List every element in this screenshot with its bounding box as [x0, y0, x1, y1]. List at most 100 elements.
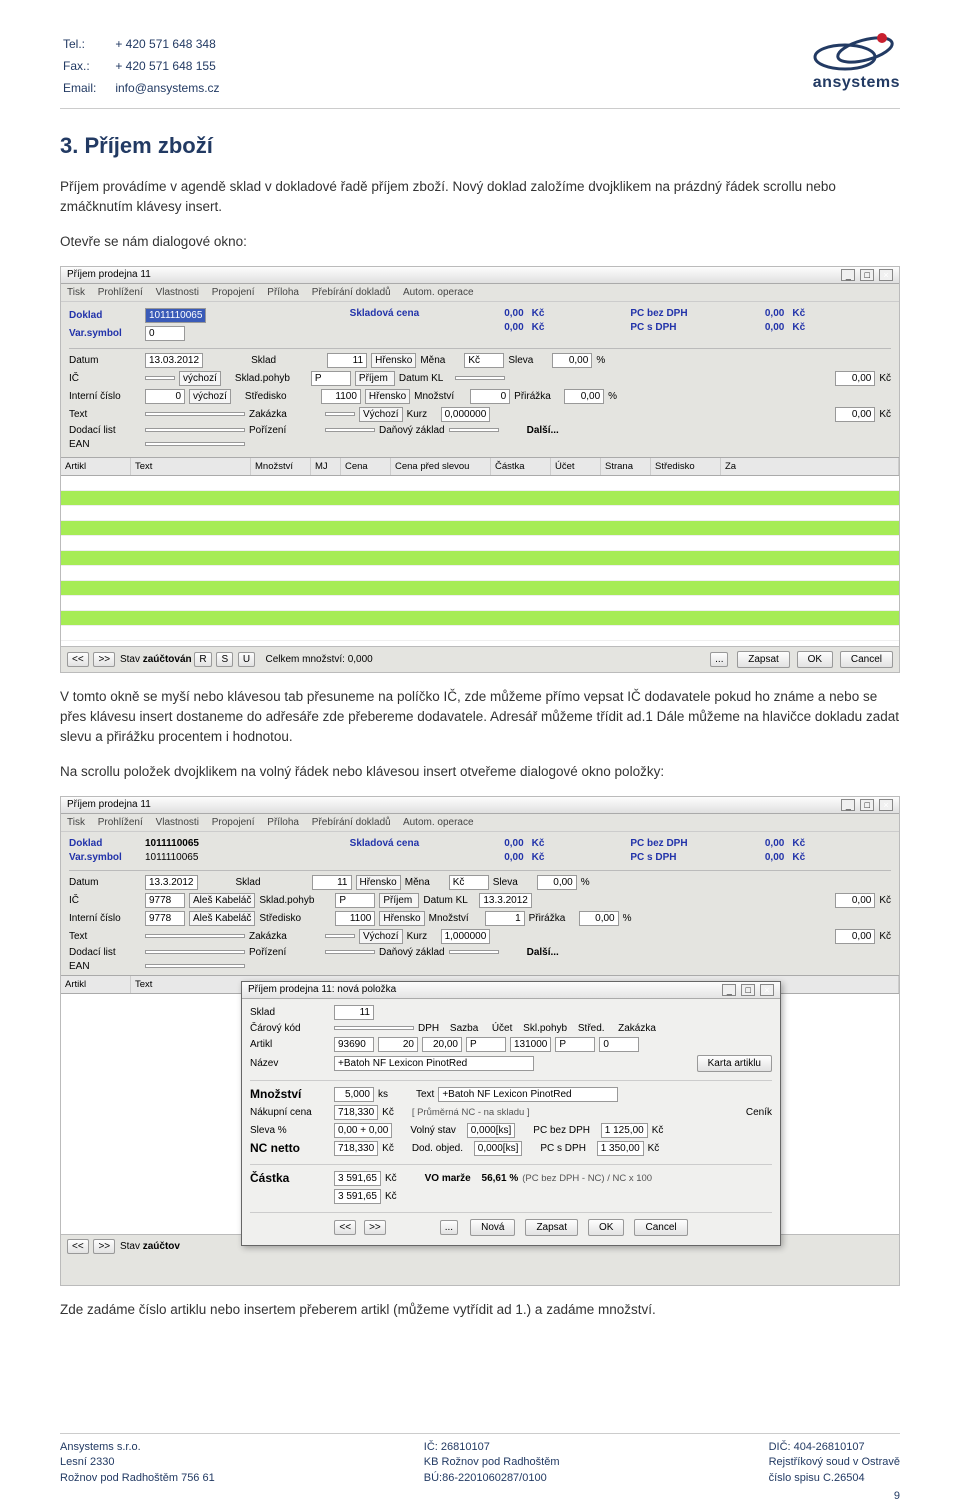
- dz-input[interactable]: [449, 950, 499, 954]
- row2-val[interactable]: 0,00: [835, 371, 875, 386]
- kurz-input[interactable]: 0,000000: [441, 407, 491, 422]
- d-ucet[interactable]: P: [466, 1037, 506, 1052]
- text-input[interactable]: [145, 934, 245, 938]
- d-prev-btn[interactable]: <<: [334, 1220, 356, 1235]
- minimize-icon[interactable]: _: [841, 269, 855, 281]
- d-nc-input[interactable]: 718,330: [334, 1105, 378, 1120]
- tb-tisk[interactable]: Tisk: [67, 287, 85, 298]
- text-input[interactable]: [145, 412, 245, 416]
- tb-priloha[interactable]: Příloha: [267, 287, 299, 298]
- d-sklad-input[interactable]: 11: [334, 1005, 374, 1020]
- mena-input[interactable]: Kč: [464, 353, 504, 368]
- row2-val[interactable]: 0,00: [835, 893, 875, 908]
- d-next-btn[interactable]: >>: [364, 1220, 386, 1235]
- zapsat-button[interactable]: Zapsat: [737, 651, 790, 668]
- stred-input[interactable]: 1100: [321, 389, 361, 404]
- d-sleva-input[interactable]: 0,00 + 0,00: [334, 1123, 392, 1138]
- dod-input[interactable]: [145, 428, 245, 432]
- prir2-input[interactable]: 0,00: [835, 407, 875, 422]
- tb-tisk[interactable]: Tisk: [67, 817, 85, 828]
- datkl-input[interactable]: 13.3.2012: [479, 893, 532, 908]
- ok-button[interactable]: OK: [797, 651, 833, 668]
- d-dph1[interactable]: 20: [378, 1037, 418, 1052]
- next-btn[interactable]: >>: [93, 652, 115, 667]
- ean-input[interactable]: [145, 442, 245, 446]
- minimize-icon[interactable]: _: [722, 984, 736, 996]
- d-dph2[interactable]: 20,00: [422, 1037, 462, 1052]
- grid-body[interactable]: [61, 476, 899, 646]
- ok-button[interactable]: OK: [588, 1219, 624, 1236]
- stred-input[interactable]: 1100: [335, 911, 375, 926]
- sleva-input[interactable]: 0,00: [537, 875, 577, 890]
- datum-input[interactable]: 13.03.2012: [145, 353, 203, 368]
- dalsi-button[interactable]: Další...: [527, 425, 559, 436]
- d-st[interactable]: 0: [599, 1037, 639, 1052]
- d-ncn-input[interactable]: 718,330: [334, 1141, 378, 1156]
- ic-input[interactable]: [145, 376, 175, 380]
- ic-input[interactable]: 9778: [145, 893, 185, 908]
- zak-input[interactable]: [325, 934, 355, 938]
- tb-autom[interactable]: Autom. operace: [403, 287, 474, 298]
- maximize-icon[interactable]: □: [860, 269, 874, 281]
- sleva-input[interactable]: 0,00: [552, 353, 592, 368]
- varsymbol-value[interactable]: 0: [145, 326, 185, 341]
- maximize-icon[interactable]: □: [741, 984, 755, 996]
- int-input[interactable]: 0: [145, 389, 185, 404]
- d-mnozstvi-input[interactable]: 5,000: [334, 1087, 374, 1102]
- datkl-input[interactable]: [455, 376, 505, 380]
- dalsi-button[interactable]: Další...: [527, 947, 559, 958]
- dz-input[interactable]: [449, 428, 499, 432]
- d-text-input[interactable]: +Batoh NF Lexicon PinotRed: [438, 1087, 618, 1102]
- cancel-button[interactable]: Cancel: [634, 1219, 687, 1236]
- mn-input[interactable]: 0: [470, 389, 510, 404]
- next-btn[interactable]: >>: [93, 1239, 115, 1254]
- d-artikl-input[interactable]: 93690: [334, 1037, 374, 1052]
- s-btn[interactable]: S: [216, 652, 233, 667]
- tb-autom[interactable]: Autom. operace: [403, 817, 474, 828]
- tb-prohlizeni[interactable]: Prohlížení: [98, 817, 143, 828]
- pohyb-input[interactable]: P: [335, 893, 375, 908]
- por-input[interactable]: [325, 428, 375, 432]
- zak-input[interactable]: [325, 412, 355, 416]
- close-icon[interactable]: ×: [760, 984, 774, 996]
- pohyb-input[interactable]: P: [311, 371, 351, 386]
- doklad-value[interactable]: 1011110065: [145, 308, 206, 323]
- close-icon[interactable]: ×: [879, 269, 893, 281]
- d-ucet2[interactable]: 131000: [510, 1037, 551, 1052]
- more-btn[interactable]: ...: [710, 652, 728, 667]
- datum-input[interactable]: 13.3.2012: [145, 875, 198, 890]
- window-buttons-2[interactable]: _ □ ×: [839, 799, 893, 811]
- window-buttons[interactable]: _ □ ×: [839, 269, 893, 281]
- tb-propojeni[interactable]: Propojení: [212, 287, 255, 298]
- prir2-input[interactable]: 0,00: [835, 929, 875, 944]
- dialog-winbtns[interactable]: _ □ ×: [720, 984, 774, 996]
- d-carovy-input[interactable]: [334, 1026, 414, 1030]
- kurz-input[interactable]: 1,000000: [441, 929, 491, 944]
- karta-artiklu-button[interactable]: Karta artiklu: [697, 1055, 772, 1072]
- sklad-input[interactable]: 11: [327, 353, 367, 368]
- tb-prohlizeni[interactable]: Prohlížení: [98, 287, 143, 298]
- close-icon[interactable]: ×: [879, 799, 893, 811]
- dod-input[interactable]: [145, 950, 245, 954]
- prev-btn[interactable]: <<: [67, 1239, 89, 1254]
- prir-input[interactable]: 0,00: [579, 911, 619, 926]
- tb-vlastnosti[interactable]: Vlastnosti: [156, 817, 199, 828]
- u-btn[interactable]: U: [238, 652, 255, 667]
- mena-input[interactable]: Kč: [449, 875, 489, 890]
- tb-priloha[interactable]: Příloha: [267, 817, 299, 828]
- d-more-btn[interactable]: ...: [440, 1220, 458, 1235]
- tb-prebirani[interactable]: Přebírání dokladů: [312, 287, 391, 298]
- maximize-icon[interactable]: □: [860, 799, 874, 811]
- zapsat-button[interactable]: Zapsat: [525, 1219, 578, 1236]
- prir-input[interactable]: 0,00: [564, 389, 604, 404]
- mn-input[interactable]: 1: [485, 911, 525, 926]
- d-sp[interactable]: P: [555, 1037, 595, 1052]
- d-nazev-input[interactable]: +Batoh NF Lexicon PinotRed: [334, 1056, 534, 1071]
- minimize-icon[interactable]: _: [841, 799, 855, 811]
- r-btn[interactable]: R: [194, 652, 211, 667]
- tb-vlastnosti[interactable]: Vlastnosti: [156, 287, 199, 298]
- int-input[interactable]: 9778: [145, 911, 185, 926]
- nova-button[interactable]: Nová: [470, 1219, 515, 1236]
- cancel-button[interactable]: Cancel: [840, 651, 893, 668]
- sklad-input[interactable]: 11: [312, 875, 352, 890]
